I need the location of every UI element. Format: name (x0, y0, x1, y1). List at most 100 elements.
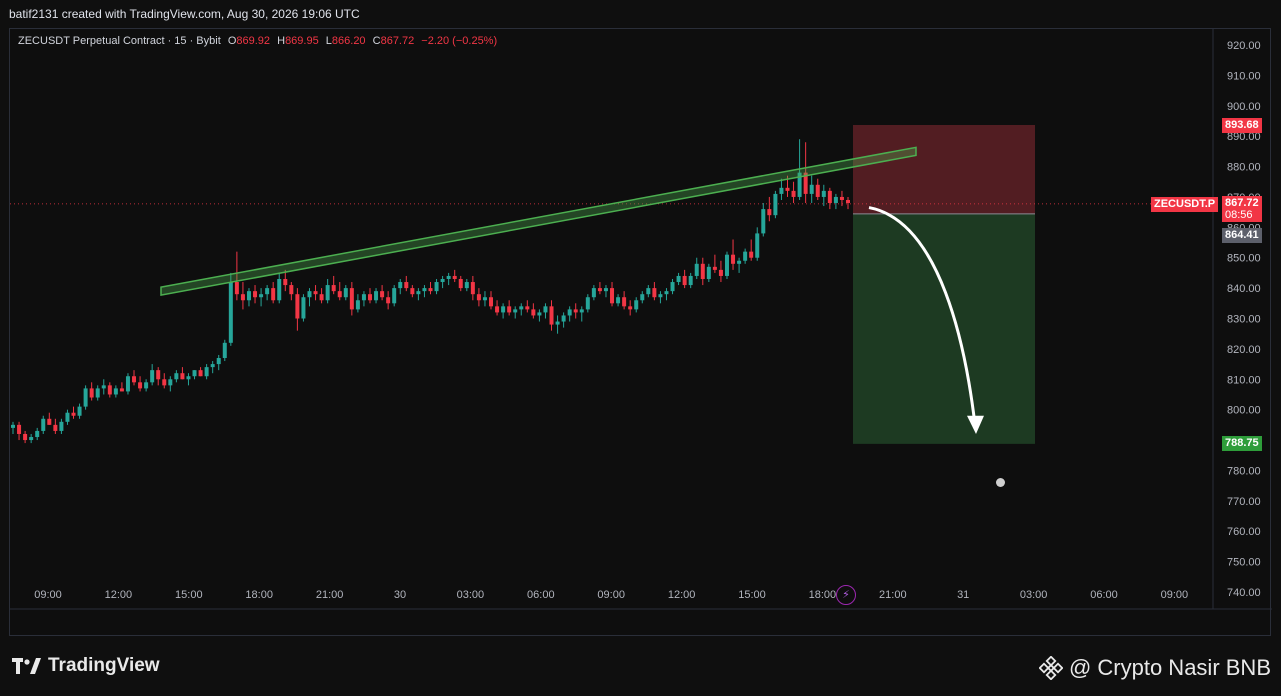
candle-body[interactable] (125, 376, 130, 392)
candle-body[interactable] (380, 291, 385, 298)
candle-body[interactable] (549, 306, 554, 325)
candle-body[interactable] (319, 294, 324, 301)
candle-body[interactable] (513, 309, 518, 313)
candle-body[interactable] (676, 275, 681, 283)
candle-body[interactable] (422, 288, 427, 292)
candle-body[interactable] (53, 424, 58, 431)
candle-body[interactable] (83, 388, 88, 407)
candle-body[interactable] (755, 233, 760, 258)
candle-body[interactable] (349, 288, 354, 310)
candle-body[interactable] (718, 269, 723, 276)
candle-body[interactable] (749, 251, 754, 258)
candle-body[interactable] (561, 315, 566, 322)
stop-loss-zone[interactable] (853, 124, 1035, 214)
candle-body[interactable] (585, 297, 590, 310)
candle-body[interactable] (337, 291, 342, 298)
candle-body[interactable] (434, 282, 439, 292)
candle-body[interactable] (501, 306, 506, 313)
candle-body[interactable] (59, 421, 64, 431)
candle-body[interactable] (694, 263, 699, 276)
candle-body[interactable] (355, 300, 360, 310)
candle-body[interactable] (301, 297, 306, 319)
candle-body[interactable] (658, 294, 663, 298)
candle-body[interactable] (325, 285, 330, 301)
candle-body[interactable] (476, 294, 481, 301)
candle-body[interactable] (846, 199, 850, 204)
candle-body[interactable] (374, 291, 379, 301)
candle-body[interactable] (216, 358, 221, 365)
candle-body[interactable] (295, 294, 300, 319)
candle-body[interactable] (785, 187, 790, 191)
candle-body[interactable] (827, 190, 832, 204)
candle-body[interactable] (240, 294, 245, 301)
candle-body[interactable] (670, 282, 675, 292)
candle-body[interactable] (23, 433, 28, 441)
candle-body[interactable] (119, 388, 124, 392)
candle-body[interactable] (107, 385, 112, 395)
candle-body[interactable] (634, 300, 639, 310)
chart-canvas[interactable]: 920.00910.00900.00890.00880.00870.00860.… (10, 29, 1272, 637)
candle-body[interactable] (446, 275, 451, 279)
candle-body[interactable] (144, 382, 149, 389)
candle-body[interactable] (265, 288, 270, 295)
candle-body[interactable] (573, 309, 578, 313)
candle-body[interactable] (543, 306, 548, 313)
candle-body[interactable] (343, 288, 348, 298)
candle-body[interactable] (89, 388, 94, 398)
candle-body[interactable] (204, 367, 209, 377)
candle-body[interactable] (525, 306, 530, 310)
candle-body[interactable] (737, 260, 742, 264)
candle-body[interactable] (271, 288, 276, 301)
candle-body[interactable] (331, 285, 336, 292)
candle-body[interactable] (47, 418, 52, 425)
candle-body[interactable] (821, 190, 826, 197)
candle-body[interactable] (452, 275, 457, 279)
candle-body[interactable] (17, 424, 22, 434)
candle-body[interactable] (289, 285, 294, 295)
clock-icon[interactable] (996, 478, 1005, 487)
candle-body[interactable] (640, 294, 645, 301)
candle-body[interactable] (706, 266, 711, 279)
candle-body[interactable] (712, 266, 717, 270)
candle-body[interactable] (761, 209, 766, 234)
lightning-icon[interactable]: ⚡ (836, 585, 856, 605)
candle-body[interactable] (531, 309, 536, 316)
candle-body[interactable] (724, 254, 729, 276)
candle-body[interactable] (652, 288, 657, 298)
candle-body[interactable] (71, 412, 76, 416)
candle-body[interactable] (507, 306, 512, 313)
candle-body[interactable] (277, 278, 282, 301)
candle-body[interactable] (664, 291, 669, 295)
candle-body[interactable] (470, 282, 475, 295)
candle-body[interactable] (622, 297, 627, 307)
candle-body[interactable] (597, 288, 602, 292)
candle-body[interactable] (228, 282, 233, 343)
candle-body[interactable] (404, 282, 409, 289)
candle-body[interactable] (603, 288, 608, 292)
candle-body[interactable] (386, 297, 391, 304)
candle-body[interactable] (537, 312, 542, 316)
candle-body[interactable] (591, 288, 596, 298)
candle-body[interactable] (101, 385, 106, 389)
candle-body[interactable] (791, 190, 796, 197)
candle-body[interactable] (464, 282, 469, 289)
candle-body[interactable] (646, 288, 651, 295)
candle-body[interactable] (222, 342, 227, 359)
candle-body[interactable] (567, 309, 572, 316)
candle-body[interactable] (392, 288, 397, 304)
candle-body[interactable] (156, 370, 161, 380)
candle-body[interactable] (833, 196, 838, 204)
candle-body[interactable] (253, 291, 258, 298)
candle-body[interactable] (743, 251, 748, 261)
candle-body[interactable] (410, 288, 415, 295)
candle-body[interactable] (458, 278, 463, 289)
candle-body[interactable] (198, 370, 203, 377)
candle-body[interactable] (767, 209, 772, 216)
candle-body[interactable] (162, 379, 167, 386)
candle-body[interactable] (731, 254, 736, 264)
candle-body[interactable] (809, 184, 814, 194)
candle-body[interactable] (398, 282, 403, 289)
candle-body[interactable] (132, 376, 137, 383)
candle-body[interactable] (495, 306, 500, 313)
candle-body[interactable] (779, 187, 784, 194)
